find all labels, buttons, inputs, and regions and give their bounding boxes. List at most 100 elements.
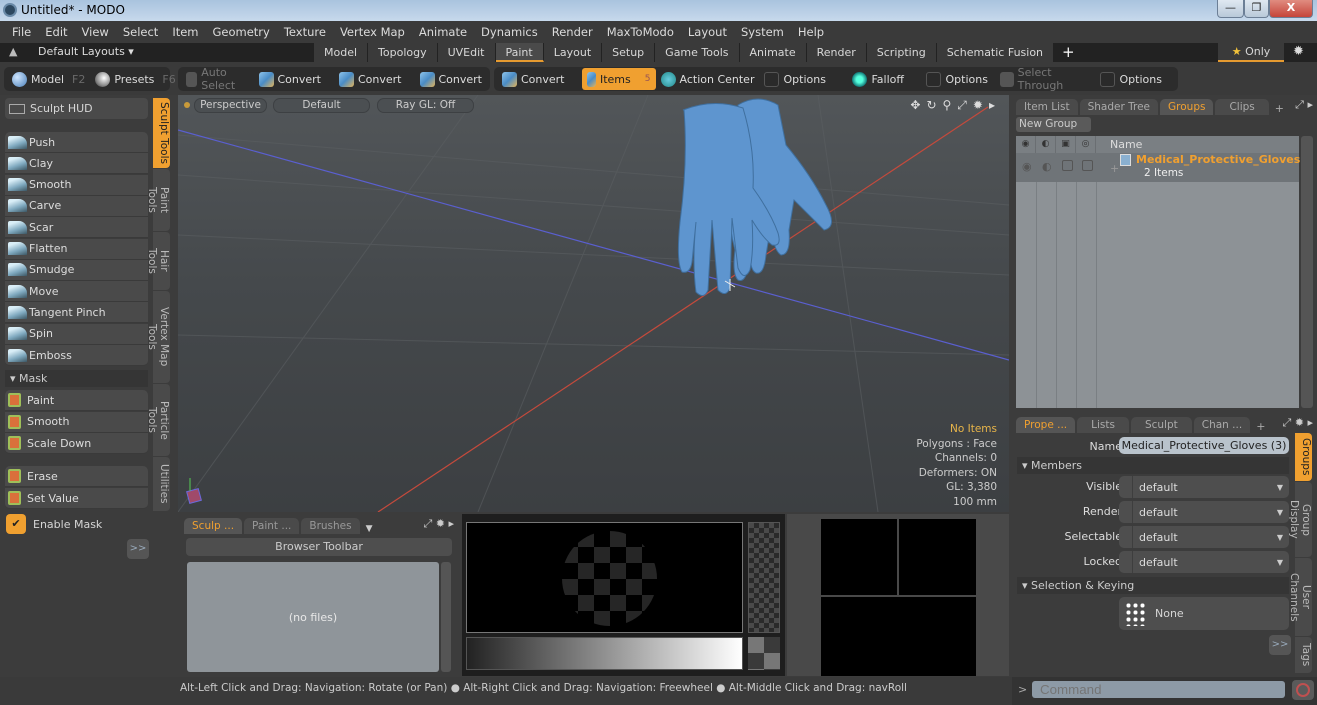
gear-icon[interactable]: ✹ (973, 98, 983, 113)
enable-mask-checkbox[interactable]: ✔ Enable Mask (6, 514, 102, 534)
model-button[interactable]: Model F2 (7, 68, 90, 90)
tab-properties[interactable]: Prope ... (1016, 417, 1076, 433)
tab-game-tools[interactable]: Game Tools (655, 43, 740, 62)
tool-move[interactable]: Move (5, 281, 148, 303)
tool-clay[interactable]: Clay (5, 153, 148, 175)
mask-tool-scale-down[interactable]: Scale Down (5, 433, 148, 454)
menu-system[interactable]: System (734, 25, 791, 39)
tab-brushes[interactable]: Brushes (301, 518, 360, 534)
tab-sculpt[interactable]: Sculpt (1130, 417, 1192, 433)
view-type-dropdown[interactable]: Perspective (194, 98, 267, 113)
close-button[interactable]: X (1269, 0, 1313, 18)
tab-channels[interactable]: Chan ... (1193, 417, 1251, 433)
convert-polygons-button[interactable]: Convert (415, 68, 488, 90)
only-toggle[interactable]: ★ Only (1218, 43, 1284, 62)
falloff-options-button[interactable]: Options (921, 68, 995, 90)
rotate-icon[interactable]: ↻ (926, 98, 936, 113)
gear-icon[interactable]: ✹ (436, 517, 445, 530)
vtab-utilities[interactable]: Utilities (153, 457, 170, 511)
shading-dropdown[interactable]: Default (273, 98, 370, 113)
select-toggle[interactable] (1082, 160, 1093, 171)
more-button[interactable]: >> (127, 539, 149, 559)
falloff-button[interactable]: Falloff (847, 68, 921, 90)
tool-smooth[interactable]: Smooth (5, 174, 148, 196)
menu-view[interactable]: View (75, 25, 116, 39)
locked-dropdown[interactable]: default ▼ (1119, 551, 1289, 573)
gear-icon[interactable]: ✹ (1293, 44, 1304, 59)
tab-clips[interactable]: Clips (1215, 99, 1269, 115)
expand-arrow-icon[interactable]: ▸ (989, 98, 995, 113)
tool-scar[interactable]: Scar (5, 217, 148, 239)
tab-item-list[interactable]: Item List (1016, 99, 1078, 115)
menu-select[interactable]: Select (116, 25, 165, 39)
menu-vertex-map[interactable]: Vertex Map (333, 25, 412, 39)
more-button[interactable]: >> (1269, 635, 1291, 655)
tab-layout[interactable]: Layout (543, 43, 603, 62)
vtab-user-channels[interactable]: User Channels (1288, 558, 1312, 636)
tab-render[interactable]: Render (806, 43, 867, 62)
tab-setup[interactable]: Setup (602, 43, 656, 62)
vtab-groups[interactable]: Groups (1295, 433, 1312, 481)
visible-dropdown[interactable]: default ▼ (1119, 476, 1289, 498)
sculpt-hud-button[interactable]: Sculpt HUD (5, 98, 148, 119)
add-tab-button[interactable]: + (1252, 420, 1269, 433)
selectable-dropdown[interactable]: default ▼ (1119, 526, 1289, 548)
lock-column-icon[interactable]: ▣ (1056, 136, 1076, 153)
maximize-icon[interactable]: ⤢ (1295, 98, 1304, 111)
menu-help[interactable]: Help (791, 25, 831, 39)
vtab-tags[interactable]: Tags (1295, 637, 1312, 673)
selection-set-button[interactable]: None (1119, 597, 1289, 630)
tab-paint[interactable]: Paint (495, 43, 544, 62)
maximize-icon[interactable]: ⤢ (1282, 416, 1291, 429)
add-tab-button[interactable]: + (1054, 43, 1083, 62)
maximize-icon[interactable]: ⤢ (957, 98, 967, 113)
pan-icon[interactable]: ✥ (910, 98, 920, 113)
minimize-button[interactable]: — (1217, 0, 1244, 18)
zoom-icon[interactable]: ⚲ (943, 98, 952, 113)
collapse-up-icon[interactable]: ▲ (9, 45, 17, 58)
expand-arrow-icon[interactable]: ▸ (448, 517, 454, 530)
expand-arrow-icon[interactable]: ▸ (1307, 416, 1313, 429)
menu-item[interactable]: Item (165, 25, 205, 39)
tab-paint-presets[interactable]: Paint ... (244, 518, 300, 534)
3d-viewport[interactable]: Perspective Default Ray GL: Off ✥ ↻ ⚲ ⤢ … (178, 95, 1009, 512)
menu-edit[interactable]: Edit (38, 25, 74, 39)
menu-render[interactable]: Render (545, 25, 600, 39)
vtab-vertex-map-tools[interactable]: Vertex Map Tools (146, 291, 170, 383)
mask-tool-erase[interactable]: Erase (5, 466, 148, 487)
restore-button[interactable]: ❐ (1244, 0, 1269, 18)
command-input[interactable] (1032, 681, 1285, 698)
name-field[interactable]: Medical_Protective_Gloves (3) (1119, 437, 1289, 454)
menu-layout[interactable]: Layout (681, 25, 734, 39)
convert-materials-button[interactable]: Convert (497, 68, 570, 90)
tab-scripting[interactable]: Scripting (866, 43, 937, 62)
vtab-particle-tools[interactable]: Particle Tools (146, 384, 170, 456)
render-dropdown[interactable]: default ▼ (1119, 501, 1289, 523)
tool-carve[interactable]: Carve (5, 195, 148, 217)
gear-icon[interactable]: ✹ (1295, 416, 1304, 429)
visible-column-icon[interactable]: ◉ (1016, 136, 1036, 153)
presets-button[interactable]: Presets F6 (90, 68, 180, 90)
tab-topology[interactable]: Topology (368, 43, 438, 62)
tab-groups[interactable]: Groups (1160, 99, 1214, 115)
file-list-scrollbar[interactable] (441, 562, 451, 672)
groups-scrollbar[interactable] (1301, 136, 1313, 408)
tab-animate[interactable]: Animate (739, 43, 807, 62)
mask-section-header[interactable]: ▾ Mask (5, 370, 148, 387)
menu-animate[interactable]: Animate (412, 25, 474, 39)
tool-flatten[interactable]: Flatten (5, 238, 148, 260)
tab-lists[interactable]: Lists (1077, 417, 1129, 433)
tab-shader-tree[interactable]: Shader Tree (1079, 99, 1159, 115)
render-toggle-icon[interactable]: ◐ (1042, 160, 1052, 173)
name-column-header[interactable]: Name (1096, 136, 1142, 153)
file-list[interactable]: (no files) (187, 562, 439, 672)
menu-file[interactable]: File (5, 25, 38, 39)
tab-sculpt-presets[interactable]: Sculp ... (184, 518, 243, 534)
new-group-button[interactable]: New Group (1016, 117, 1091, 132)
browser-toolbar-button[interactable]: Browser Toolbar (186, 538, 452, 556)
vtab-paint-tools[interactable]: Paint Tools (146, 169, 170, 231)
action-center-options-button[interactable]: Options (759, 68, 847, 90)
select-through-button[interactable]: Select Through (995, 66, 1095, 92)
add-tab-button[interactable]: + (1271, 102, 1288, 115)
tab-uvedit[interactable]: UVEdit (437, 43, 496, 62)
